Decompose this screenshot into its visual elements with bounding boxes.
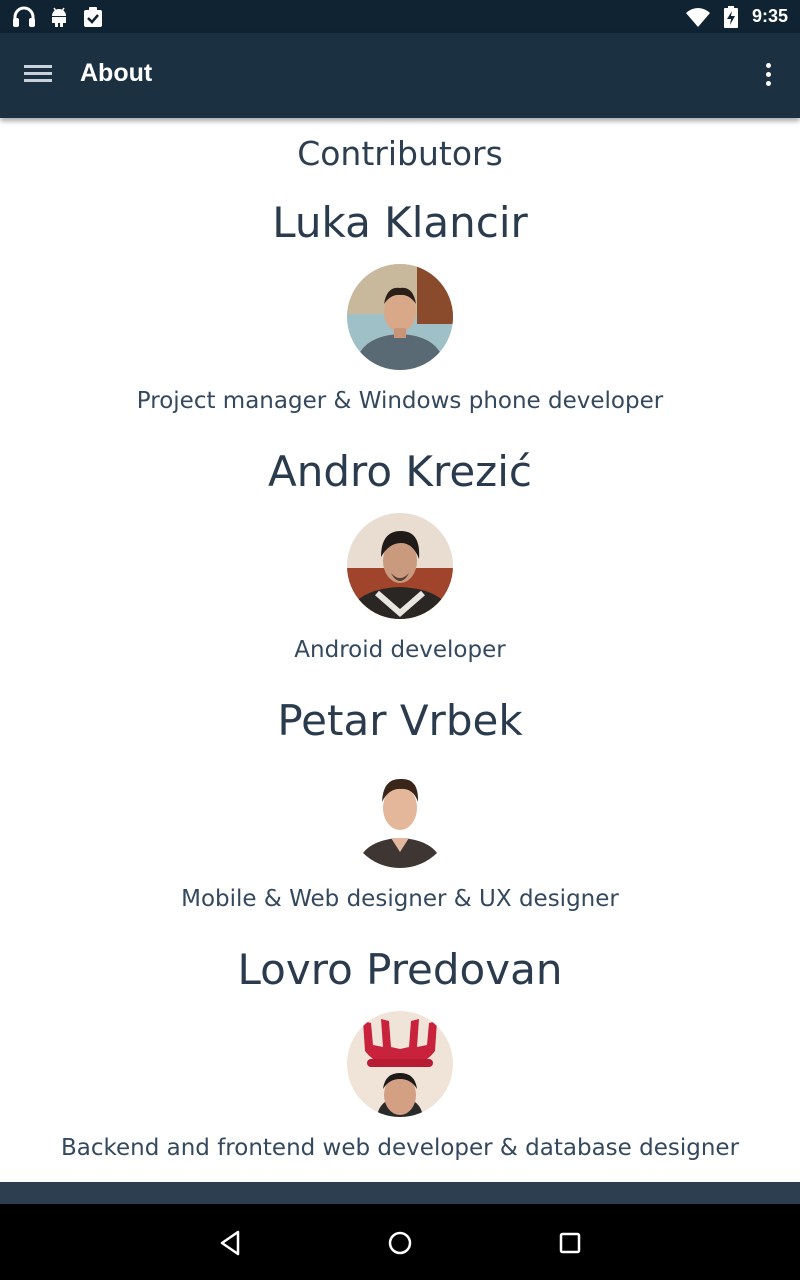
- contributor-avatar: [347, 762, 453, 868]
- home-icon[interactable]: [385, 1228, 415, 1258]
- more-vert-icon[interactable]: [760, 63, 776, 89]
- contributor-name: Andro Krezić: [268, 447, 532, 496]
- android-icon: [50, 6, 68, 28]
- system-nav-bar: [0, 1204, 800, 1280]
- contributor-role: Project manager & Windows phone develope…: [136, 388, 664, 414]
- about-content[interactable]: Contributors Luka Klancir Project manage…: [0, 118, 800, 1182]
- contributor-avatar: [347, 264, 453, 370]
- contributor-role: Mobile & Web designer & UX designer: [181, 886, 619, 912]
- status-bar: 9:35: [0, 0, 800, 33]
- contributors-heading: Contributors: [297, 134, 503, 173]
- wifi-icon: [685, 7, 710, 27]
- status-left-icons: [12, 6, 104, 28]
- contributor-avatar: [347, 1011, 453, 1117]
- contributor-card: Petar Vrbek Mobile & Web designer & UX d…: [0, 696, 800, 914]
- hamburger-menu-icon[interactable]: [22, 61, 54, 89]
- contributor-name: Petar Vrbek: [277, 696, 523, 745]
- contributor-role: Backend and frontend web developer & dat…: [60, 1135, 740, 1161]
- page-title: About: [80, 59, 153, 87]
- status-time: 9:35: [751, 6, 788, 26]
- app-bar: About: [0, 33, 800, 118]
- contributor-role: Android developer: [294, 637, 506, 663]
- bottom-bar-edge: [0, 1182, 800, 1204]
- status-right-icons: 9:35: [685, 5, 788, 28]
- clipboard-check-icon: [82, 6, 104, 28]
- contributor-card: Luka Klancir Project manager & Windows p…: [0, 198, 800, 416]
- contributor-avatar: [347, 513, 453, 619]
- battery-charging-icon: [723, 5, 738, 28]
- back-icon[interactable]: [216, 1228, 246, 1258]
- contributor-name: Lovro Predovan: [237, 945, 563, 994]
- contributor-card: Andro Krezić Android developer: [0, 447, 800, 665]
- headphones-icon: [12, 6, 36, 28]
- recents-icon[interactable]: [555, 1228, 585, 1258]
- contributor-name: Luka Klancir: [272, 198, 528, 247]
- contributor-card: Lovro Predovan Backend and frontend web …: [0, 945, 800, 1163]
